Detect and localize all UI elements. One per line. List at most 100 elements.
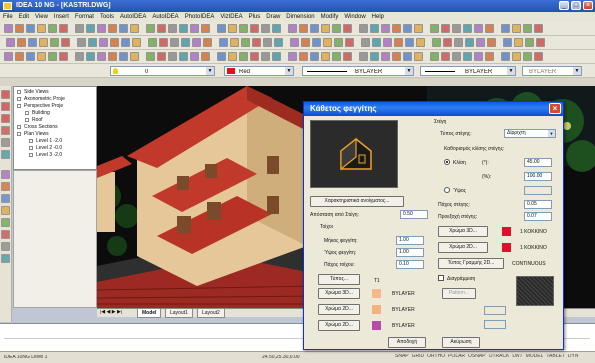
toolbar-tool-icon[interactable]: [97, 52, 106, 61]
menu-item[interactable]: Edit: [16, 12, 32, 20]
left-tool-icon[interactable]: [1, 242, 10, 251]
toolbar-tool-icon[interactable]: [272, 52, 281, 61]
overhang-input[interactable]: 0.07: [524, 212, 552, 221]
toolbar-tool-icon[interactable]: [132, 38, 141, 47]
pattern-button[interactable]: Pattern...: [442, 288, 476, 299]
tree-expand-icon[interactable]: [29, 139, 33, 143]
toolbar-tool-icon[interactable]: [217, 24, 226, 33]
toolbar-tool-icon[interactable]: [432, 38, 441, 47]
tree-item[interactable]: Building: [32, 110, 50, 116]
roof-type-select[interactable]: Δίρριχτη ▼: [504, 129, 556, 138]
toolbar-tool-icon[interactable]: [299, 52, 308, 61]
toolbar-tool-icon[interactable]: [441, 52, 450, 61]
toolbar-tool-icon[interactable]: [534, 24, 543, 33]
status-mode-toggle[interactable]: SNAP: [395, 354, 409, 359]
toolbar-tool-icon[interactable]: [203, 38, 212, 47]
linetype-2d-button[interactable]: Τύπος Γραμμής 2D...: [438, 258, 504, 269]
toolbar-tool-icon[interactable]: [474, 52, 483, 61]
status-mode-toggle[interactable]: GRID: [412, 354, 425, 359]
tree-item[interactable]: Axonometric Proje: [24, 96, 65, 102]
toolbar-tool-icon[interactable]: [310, 52, 319, 61]
toolbar-tool-icon[interactable]: [523, 24, 532, 33]
menu-item[interactable]: Window: [341, 12, 368, 20]
toolbar-tool-icon[interactable]: [190, 24, 199, 33]
left-tool-icon[interactable]: [1, 206, 10, 215]
chevron-down-icon[interactable]: ▼: [573, 67, 581, 75]
height-radio[interactable]: [444, 187, 450, 193]
toolbar-tool-icon[interactable]: [463, 24, 472, 33]
toolbar-tool-icon[interactable]: [332, 24, 341, 33]
toolbar-tool-icon[interactable]: [512, 24, 521, 33]
menu-item[interactable]: VizIDEA: [217, 12, 245, 20]
chevron-down-icon[interactable]: ▼: [548, 130, 555, 137]
left-tool-icon[interactable]: [1, 230, 10, 239]
toolbar-tool-icon[interactable]: [146, 24, 155, 33]
toolbar-tool-icon[interactable]: [485, 24, 494, 33]
tree-item[interactable]: Side Views: [24, 89, 49, 95]
tree-item[interactable]: Cross Sections: [24, 124, 58, 130]
toolbar-tool-icon[interactable]: [130, 24, 139, 33]
roof-color-3d-button[interactable]: Χρώμα 3D...: [438, 226, 488, 237]
toolbar-tool-icon[interactable]: [217, 52, 226, 61]
toolbar-tool-icon[interactable]: [97, 24, 106, 33]
toolbar-tool-icon[interactable]: [272, 24, 281, 33]
toolbar-tool-icon[interactable]: [312, 38, 321, 47]
toolbar-tool-icon[interactable]: [28, 38, 37, 47]
toolbar-tool-icon[interactable]: [108, 24, 117, 33]
toolbar-tool-icon[interactable]: [414, 24, 423, 33]
toolbar-tool-icon[interactable]: [239, 52, 248, 61]
tab-model[interactable]: Model: [137, 309, 162, 318]
toolbar-tool-icon[interactable]: [75, 52, 84, 61]
tree-expand-icon[interactable]: [29, 146, 33, 150]
left-tool-icon[interactable]: [1, 126, 10, 135]
layer-select[interactable]: 0 ▼: [110, 66, 215, 76]
toolbar-tool-icon[interactable]: [170, 38, 179, 47]
toolbar-tool-icon[interactable]: [86, 24, 95, 33]
status-mode-toggle[interactable]: MODEL: [526, 354, 544, 359]
tree-expand-icon[interactable]: [17, 90, 21, 94]
toolbar-tool-icon[interactable]: [345, 38, 354, 47]
tree-item[interactable]: Plan Views: [24, 131, 49, 137]
toolbar-tool-icon[interactable]: [414, 52, 423, 61]
toolbar-tool-icon[interactable]: [299, 24, 308, 33]
distance-input[interactable]: 0.50: [400, 210, 428, 219]
toolbar-tool-icon[interactable]: [381, 52, 390, 61]
toolbar-tool-icon[interactable]: [201, 24, 210, 33]
toolbar-tool-icon[interactable]: [168, 52, 177, 61]
toolbar-tool-icon[interactable]: [503, 38, 512, 47]
toolbar-tool-icon[interactable]: [48, 24, 57, 33]
status-mode-toggle[interactable]: LWT: [512, 354, 522, 359]
status-mode-toggle[interactable]: POLAR: [448, 354, 465, 359]
toolbar-tool-icon[interactable]: [181, 38, 190, 47]
toolbar-tool-icon[interactable]: [250, 52, 259, 61]
chevron-down-icon[interactable]: ▼: [507, 67, 515, 75]
toolbar-tool-icon[interactable]: [99, 38, 108, 47]
wall-line-color-button[interactable]: Χρώμα 2D...: [318, 320, 360, 331]
close-button[interactable]: ×: [583, 1, 593, 10]
chevron-down-icon[interactable]: ▼: [405, 67, 413, 75]
tree-expand-icon[interactable]: [17, 132, 21, 136]
height-input[interactable]: [524, 186, 552, 195]
toolbar-tool-icon[interactable]: [168, 24, 177, 33]
toolbar-tool-icon[interactable]: [381, 24, 390, 33]
toolbar-tool-icon[interactable]: [274, 38, 283, 47]
toolbar-tool-icon[interactable]: [6, 38, 15, 47]
toolbar-tool-icon[interactable]: [370, 52, 379, 61]
toolbar-tool-icon[interactable]: [370, 24, 379, 33]
status-mode-toggle[interactable]: OTRACK: [489, 354, 510, 359]
ok-button[interactable]: Αποδοχή: [388, 337, 426, 348]
toolbar-tool-icon[interactable]: [405, 38, 414, 47]
toolbar-tool-icon[interactable]: [474, 24, 483, 33]
toolbar-tool-icon[interactable]: [59, 24, 68, 33]
tree-expand-icon[interactable]: [29, 153, 33, 157]
toolbar-tool-icon[interactable]: [441, 24, 450, 33]
toolbar-tool-icon[interactable]: [288, 24, 297, 33]
menu-item[interactable]: AutoIDEA: [149, 12, 181, 20]
toolbar-tool-icon[interactable]: [403, 52, 412, 61]
toolbar-tool-icon[interactable]: [523, 52, 532, 61]
wall-thickness-input[interactable]: 0.10: [396, 260, 424, 269]
toolbar-tool-icon[interactable]: [454, 38, 463, 47]
hatch-angle-input[interactable]: [484, 320, 506, 329]
toolbar-tool-icon[interactable]: [536, 38, 545, 47]
dialog-close-button[interactable]: ×: [549, 103, 561, 114]
